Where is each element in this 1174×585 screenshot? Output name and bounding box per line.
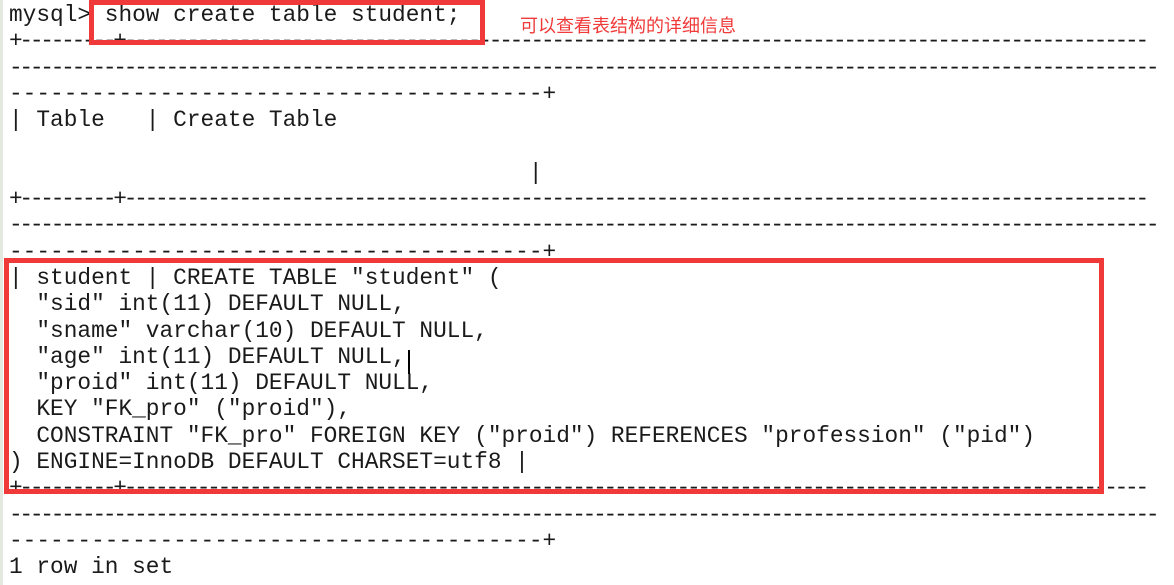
table-row: "proid" int(11) DEFAULT NULL, [9,370,434,397]
result-summary: 1 row in set [9,554,174,581]
table-border: ---------------------------------------+ [9,527,557,554]
window-left-edge [0,0,3,585]
table-border: ---------------------------------------+ [9,80,557,107]
table-border: +---------+-----------------------------… [9,186,1149,213]
table-header: | Table | Create Table [9,107,338,134]
table-header-cont [9,133,1156,159]
table-row: CONSTRAINT "FK_pro" FOREIGN KEY ("proid"… [9,422,1036,449]
table-row: KEY "FK_pro" ("proid"), [9,396,352,423]
terminal-output[interactable]: mysql> show create table student; +------… [9,2,1160,581]
table-header-cont: | [9,159,543,186]
table-border: +---------+-----------------------------… [9,475,1149,502]
table-border: ----------------------------------------… [9,212,1160,239]
table-row: "sname" varchar(10) DEFAULT NULL, [9,317,488,344]
table-row: "sid" int(11) DEFAULT NULL, [9,291,406,318]
table-row: ) ENGINE=InnoDB DEFAULT CHARSET=utf8 | [9,449,529,476]
table-row: | student | CREATE TABLE "student" ( [9,264,502,291]
annotation-note: 可以查看表结构的详细信息 [520,16,736,37]
text-cursor [408,350,410,374]
table-border: ---------------------------------------+ [9,238,557,265]
table-row: "age" int(11) DEFAULT NULL, [9,343,406,370]
table-border: ----------------------------------------… [9,501,1160,528]
table-border: ----------------------------------------… [9,54,1160,81]
